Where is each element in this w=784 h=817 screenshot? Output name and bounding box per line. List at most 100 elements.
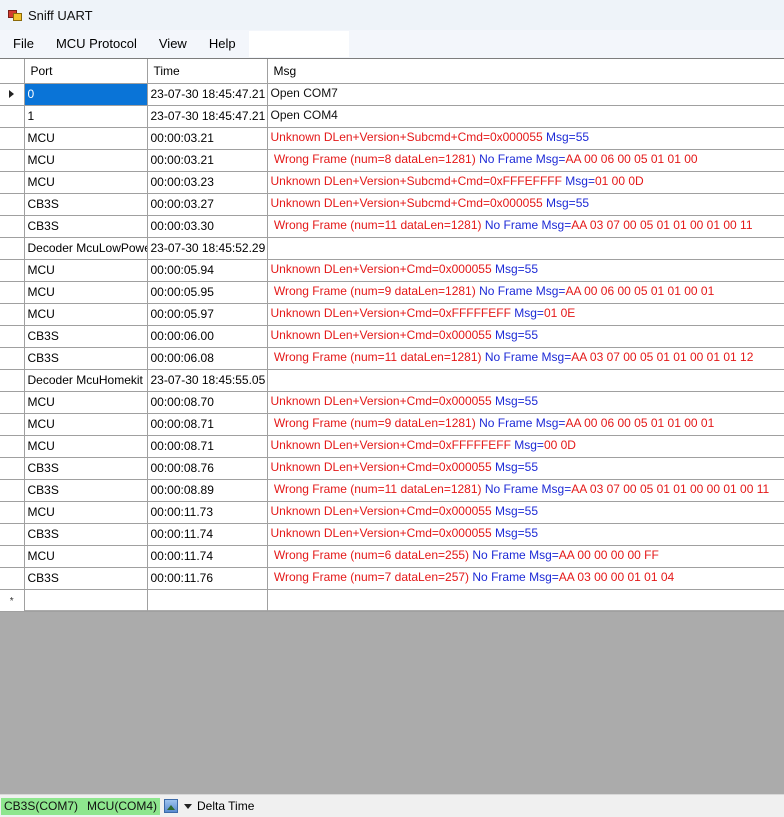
column-header-time[interactable]: Time (147, 59, 268, 84)
cell-msg[interactable]: Wrong Frame (num=11 dataLen=1281) No Fra… (267, 215, 784, 238)
cell-port[interactable]: 1 (24, 105, 148, 128)
row-header[interactable] (0, 303, 25, 326)
cell-port[interactable]: MCU (24, 545, 148, 568)
row-header[interactable] (0, 369, 25, 392)
table-row[interactable]: CB3S 00:00:11.76 Wrong Frame (num=7 dataL… (0, 567, 784, 590)
table-row[interactable]: MCU 00:00:08.71 Unknown DLen+Version+Cmd=0… (0, 435, 784, 458)
cell-msg[interactable]: Unknown DLen+Version+Subcmd+Cmd=0x000055… (267, 193, 784, 216)
cell-time[interactable]: 00:00:03.27 (147, 193, 268, 216)
cell-msg[interactable]: Unknown DLen+Version+Cmd=0xFFFFFEFF Msg=… (267, 303, 784, 326)
delta-time-label[interactable]: Delta Time (197, 799, 254, 813)
cell-time[interactable]: 00:00:03.30 (147, 215, 268, 238)
cell-msg[interactable] (267, 369, 784, 392)
cell-port[interactable]: MCU (24, 149, 148, 172)
new-row-header[interactable]: * (0, 589, 25, 612)
cell-time[interactable]: 00:00:08.71 (147, 435, 268, 458)
menu-file[interactable]: File (0, 30, 43, 58)
cell-port[interactable]: MCU (24, 127, 148, 150)
row-header[interactable] (0, 567, 25, 590)
cell-time[interactable]: 00:00:05.95 (147, 281, 268, 304)
table-row[interactable]: 1 23-07-30 18:45:47.21 Open COM4 (0, 105, 784, 128)
cell-time[interactable]: 00:00:08.76 (147, 457, 268, 480)
table-row[interactable]: CB3S 00:00:11.74 Unknown DLen+Version+Cmd=… (0, 523, 784, 546)
picture-icon[interactable] (164, 799, 179, 813)
cell-port[interactable]: CB3S (24, 479, 148, 502)
cell-time[interactable]: 00:00:11.76 (147, 567, 268, 590)
cell-msg[interactable]: Wrong Frame (num=8 dataLen=1281) No Fram… (267, 149, 784, 172)
cell-time[interactable]: 00:00:05.97 (147, 303, 268, 326)
row-header[interactable] (0, 127, 25, 150)
cell-port[interactable]: CB3S (24, 193, 148, 216)
cell-time[interactable]: 00:00:11.74 (147, 523, 268, 546)
cell-msg[interactable]: Wrong Frame (num=7 dataLen=257) No Frame… (267, 567, 784, 590)
menu-help[interactable]: Help (196, 30, 245, 58)
cell-msg[interactable]: Unknown DLen+Version+Cmd=0x000055 Msg=55 (267, 259, 784, 282)
cell-time[interactable]: 00:00:11.74 (147, 545, 268, 568)
cell-port[interactable] (24, 589, 148, 612)
cell-port[interactable]: CB3S (24, 325, 148, 348)
cell-port[interactable]: MCU (24, 281, 148, 304)
table-row[interactable]: MCU 00:00:11.74 Wrong Frame (num=6 dataLe… (0, 545, 784, 568)
cell-msg[interactable] (267, 237, 784, 260)
table-row[interactable]: MCU 00:00:03.21 Unknown DLen+Version+Subcm… (0, 127, 784, 150)
cell-port[interactable]: MCU (24, 413, 148, 436)
table-row[interactable]: MCU 00:00:08.70 Unknown DLen+Version+Cmd=0… (0, 391, 784, 414)
cell-port[interactable]: 0 (24, 83, 148, 106)
row-header[interactable] (0, 479, 25, 502)
row-header[interactable] (0, 193, 25, 216)
cell-port[interactable]: MCU (24, 259, 148, 282)
cell-time[interactable]: 00:00:08.71 (147, 413, 268, 436)
row-header[interactable] (0, 347, 25, 370)
cell-time[interactable] (147, 589, 268, 612)
row-header[interactable] (0, 523, 25, 546)
cell-msg[interactable]: Unknown DLen+Version+Cmd=0x000055 Msg=55 (267, 325, 784, 348)
cell-time[interactable]: 00:00:08.70 (147, 391, 268, 414)
cell-time[interactable]: 00:00:03.23 (147, 171, 268, 194)
cell-time[interactable]: 23-07-30 18:45:47.21 (147, 83, 268, 106)
row-header[interactable] (0, 545, 25, 568)
cell-time[interactable]: 00:00:06.08 (147, 347, 268, 370)
cell-time[interactable]: 00:00:03.21 (147, 149, 268, 172)
cell-time[interactable]: 00:00:05.94 (147, 259, 268, 282)
cell-msg[interactable]: Open COM7 (267, 83, 784, 106)
cell-port[interactable]: CB3S (24, 457, 148, 480)
cell-msg[interactable]: Unknown DLen+Version+Cmd=0x000055 Msg=55 (267, 391, 784, 414)
row-header[interactable] (0, 149, 25, 172)
cell-port[interactable]: MCU (24, 435, 148, 458)
cell-msg[interactable]: Wrong Frame (num=9 dataLen=1281) No Fram… (267, 281, 784, 304)
row-header[interactable] (0, 325, 25, 348)
row-header[interactable] (0, 237, 25, 260)
cell-msg[interactable]: Unknown DLen+Version+Cmd=0x000055 Msg=55 (267, 501, 784, 524)
column-header-port[interactable]: Port (24, 59, 148, 84)
cell-msg[interactable] (267, 589, 784, 612)
cell-port[interactable]: MCU (24, 171, 148, 194)
row-header[interactable] (0, 501, 25, 524)
cell-port[interactable]: CB3S (24, 215, 148, 238)
table-row[interactable]: Decoder McuLowPower 23-07-30 18:45:52.29 (0, 237, 784, 260)
row-header[interactable] (0, 457, 25, 480)
row-header-corner[interactable] (0, 59, 25, 84)
cell-port[interactable]: MCU (24, 501, 148, 524)
cell-port[interactable]: MCU (24, 391, 148, 414)
cell-msg[interactable]: Wrong Frame (num=6 dataLen=255) No Frame… (267, 545, 784, 568)
data-grid[interactable]: Port Time Msg 0 23-07-30 18:45:47.21 Open … (0, 58, 784, 612)
table-row[interactable]: 0 23-07-30 18:45:47.21 Open COM7 (0, 83, 784, 106)
row-header[interactable] (0, 391, 25, 414)
table-row[interactable]: CB3S 00:00:08.76 Unknown DLen+Version+Cmd=… (0, 457, 784, 480)
cell-time[interactable]: 23-07-30 18:45:55.05 (147, 369, 268, 392)
cell-msg[interactable]: Wrong Frame (num=9 dataLen=1281) No Fram… (267, 413, 784, 436)
new-row[interactable]: * (0, 589, 784, 612)
menu-mcu-protocol[interactable]: MCU Protocol (43, 30, 146, 58)
table-row[interactable]: CB3S 00:00:06.08 Wrong Frame (num=11 data… (0, 347, 784, 370)
table-row[interactable]: MCU 00:00:03.21 Wrong Frame (num=8 dataLe… (0, 149, 784, 172)
table-row[interactable]: MCU 00:00:03.23 Unknown DLen+Version+Subcm… (0, 171, 784, 194)
chevron-down-icon[interactable] (184, 803, 193, 809)
row-header[interactable] (0, 215, 25, 238)
table-row[interactable]: CB3S 00:00:03.30 Wrong Frame (num=11 data… (0, 215, 784, 238)
column-header-msg[interactable]: Msg (267, 59, 784, 84)
cell-time[interactable]: 00:00:03.21 (147, 127, 268, 150)
cell-msg[interactable]: Unknown DLen+Version+Cmd=0x000055 Msg=55 (267, 457, 784, 480)
table-row[interactable]: MCU 00:00:05.95 Wrong Frame (num=9 dataLe… (0, 281, 784, 304)
row-header[interactable] (0, 259, 25, 282)
cell-msg[interactable]: Unknown DLen+Version+Subcmd+Cmd=0x000055… (267, 127, 784, 150)
